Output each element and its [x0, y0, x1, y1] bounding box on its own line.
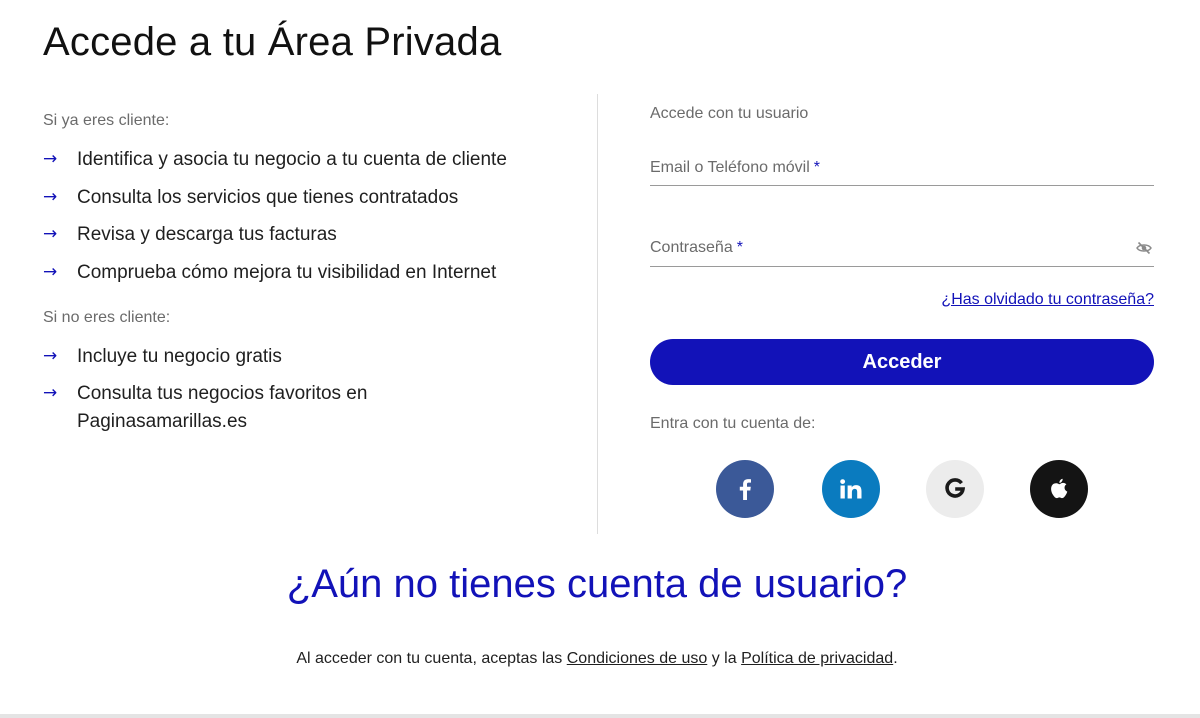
privacy-policy-link[interactable]: Política de privacidad — [741, 650, 893, 667]
list-item: → Revisa y descarga tus facturas — [43, 221, 563, 249]
arrow-right-icon: → — [43, 186, 58, 207]
required-mark: * — [736, 239, 743, 256]
login-heading: Accede con tu usuario — [650, 105, 809, 122]
page-title: Accede a tu Área Privada — [43, 20, 502, 64]
list-item: → Comprueba cómo mejora tu visibilidad e… — [43, 259, 563, 287]
google-login-button[interactable] — [926, 460, 984, 518]
arrow-right-icon: → — [43, 345, 58, 366]
non-clients-benefits-list: → Incluye tu negocio gratis → Consulta t… — [43, 343, 563, 437]
terms-prefix: Al acceder con tu cuenta, aceptas las — [296, 650, 563, 667]
column-divider — [597, 94, 598, 534]
required-mark: * — [813, 159, 821, 176]
list-item-text: Consulta los servicios que tienes contra… — [77, 186, 459, 208]
clients-benefits-list: → Identifica y asocia tu negocio a tu cu… — [43, 146, 563, 287]
login-panel: Accede con tu usuario Email o Teléfono m… — [650, 104, 1154, 518]
social-login-buttons — [716, 460, 1116, 518]
benefits-panel: Si ya eres cliente: → Identifica y asoci… — [43, 112, 563, 446]
list-item: → Incluye tu negocio gratis — [43, 343, 563, 371]
facebook-login-button[interactable] — [716, 460, 774, 518]
email-field-label: Email o Teléfono móvil * — [650, 158, 820, 178]
linkedin-icon — [840, 479, 862, 499]
social-login-label: Entra con tu cuenta de: — [650, 415, 816, 432]
list-item-text: Comprueba cómo mejora tu visibilidad en … — [77, 261, 497, 283]
terms-of-use-link[interactable]: Condiciones de uso — [567, 650, 708, 667]
list-item-text: Identifica y asocia tu negocio a tu cuen… — [77, 149, 507, 170]
linkedin-login-button[interactable] — [822, 460, 880, 518]
email-label-text: Email o Teléfono móvil — [650, 159, 810, 176]
terms-notice: Al acceder con tu cuenta, aceptas las Co… — [0, 650, 1194, 668]
arrow-right-icon: → — [43, 149, 58, 169]
password-label-text: Contraseña — [650, 239, 733, 256]
signup-prompt-link[interactable]: ¿Aún no tienes cuenta de usuario? — [0, 562, 1194, 607]
forgot-password-row: ¿Has olvidado tu contraseña? — [650, 291, 1154, 311]
list-item-text: Revisa y descarga tus facturas — [77, 224, 337, 245]
list-item: → Consulta tus negocios favoritos en Pag… — [43, 380, 407, 436]
list-item-text: Incluye tu negocio gratis — [77, 345, 282, 367]
apple-icon — [1049, 478, 1069, 500]
list-item: → Identifica y asocia tu negocio a tu cu… — [43, 146, 563, 174]
footer-divider — [0, 714, 1200, 718]
arrow-right-icon: → — [43, 224, 58, 244]
facebook-icon — [738, 478, 752, 500]
terms-suffix: . — [893, 650, 898, 667]
email-field[interactable]: Email o Teléfono móvil * — [650, 158, 1154, 186]
password-field-label: Contraseña * — [650, 238, 743, 258]
login-button[interactable]: Acceder — [650, 339, 1154, 385]
terms-connector: y la — [711, 650, 737, 667]
clients-label: Si ya eres cliente: — [43, 112, 170, 129]
list-item: → Consulta los servicios que tienes cont… — [43, 184, 563, 212]
apple-login-button[interactable] — [1030, 460, 1088, 518]
arrow-right-icon: → — [43, 383, 58, 403]
eye-off-icon[interactable] — [1136, 240, 1152, 256]
list-item-text: Consulta tus negocios favoritos en Pagin… — [77, 383, 368, 432]
google-icon — [944, 478, 966, 500]
arrow-right-icon: → — [43, 261, 58, 282]
password-field[interactable]: Contraseña * — [650, 238, 1154, 267]
non-clients-label: Si no eres cliente: — [43, 308, 171, 326]
forgot-password-link[interactable]: ¿Has olvidado tu contraseña? — [941, 291, 1154, 308]
